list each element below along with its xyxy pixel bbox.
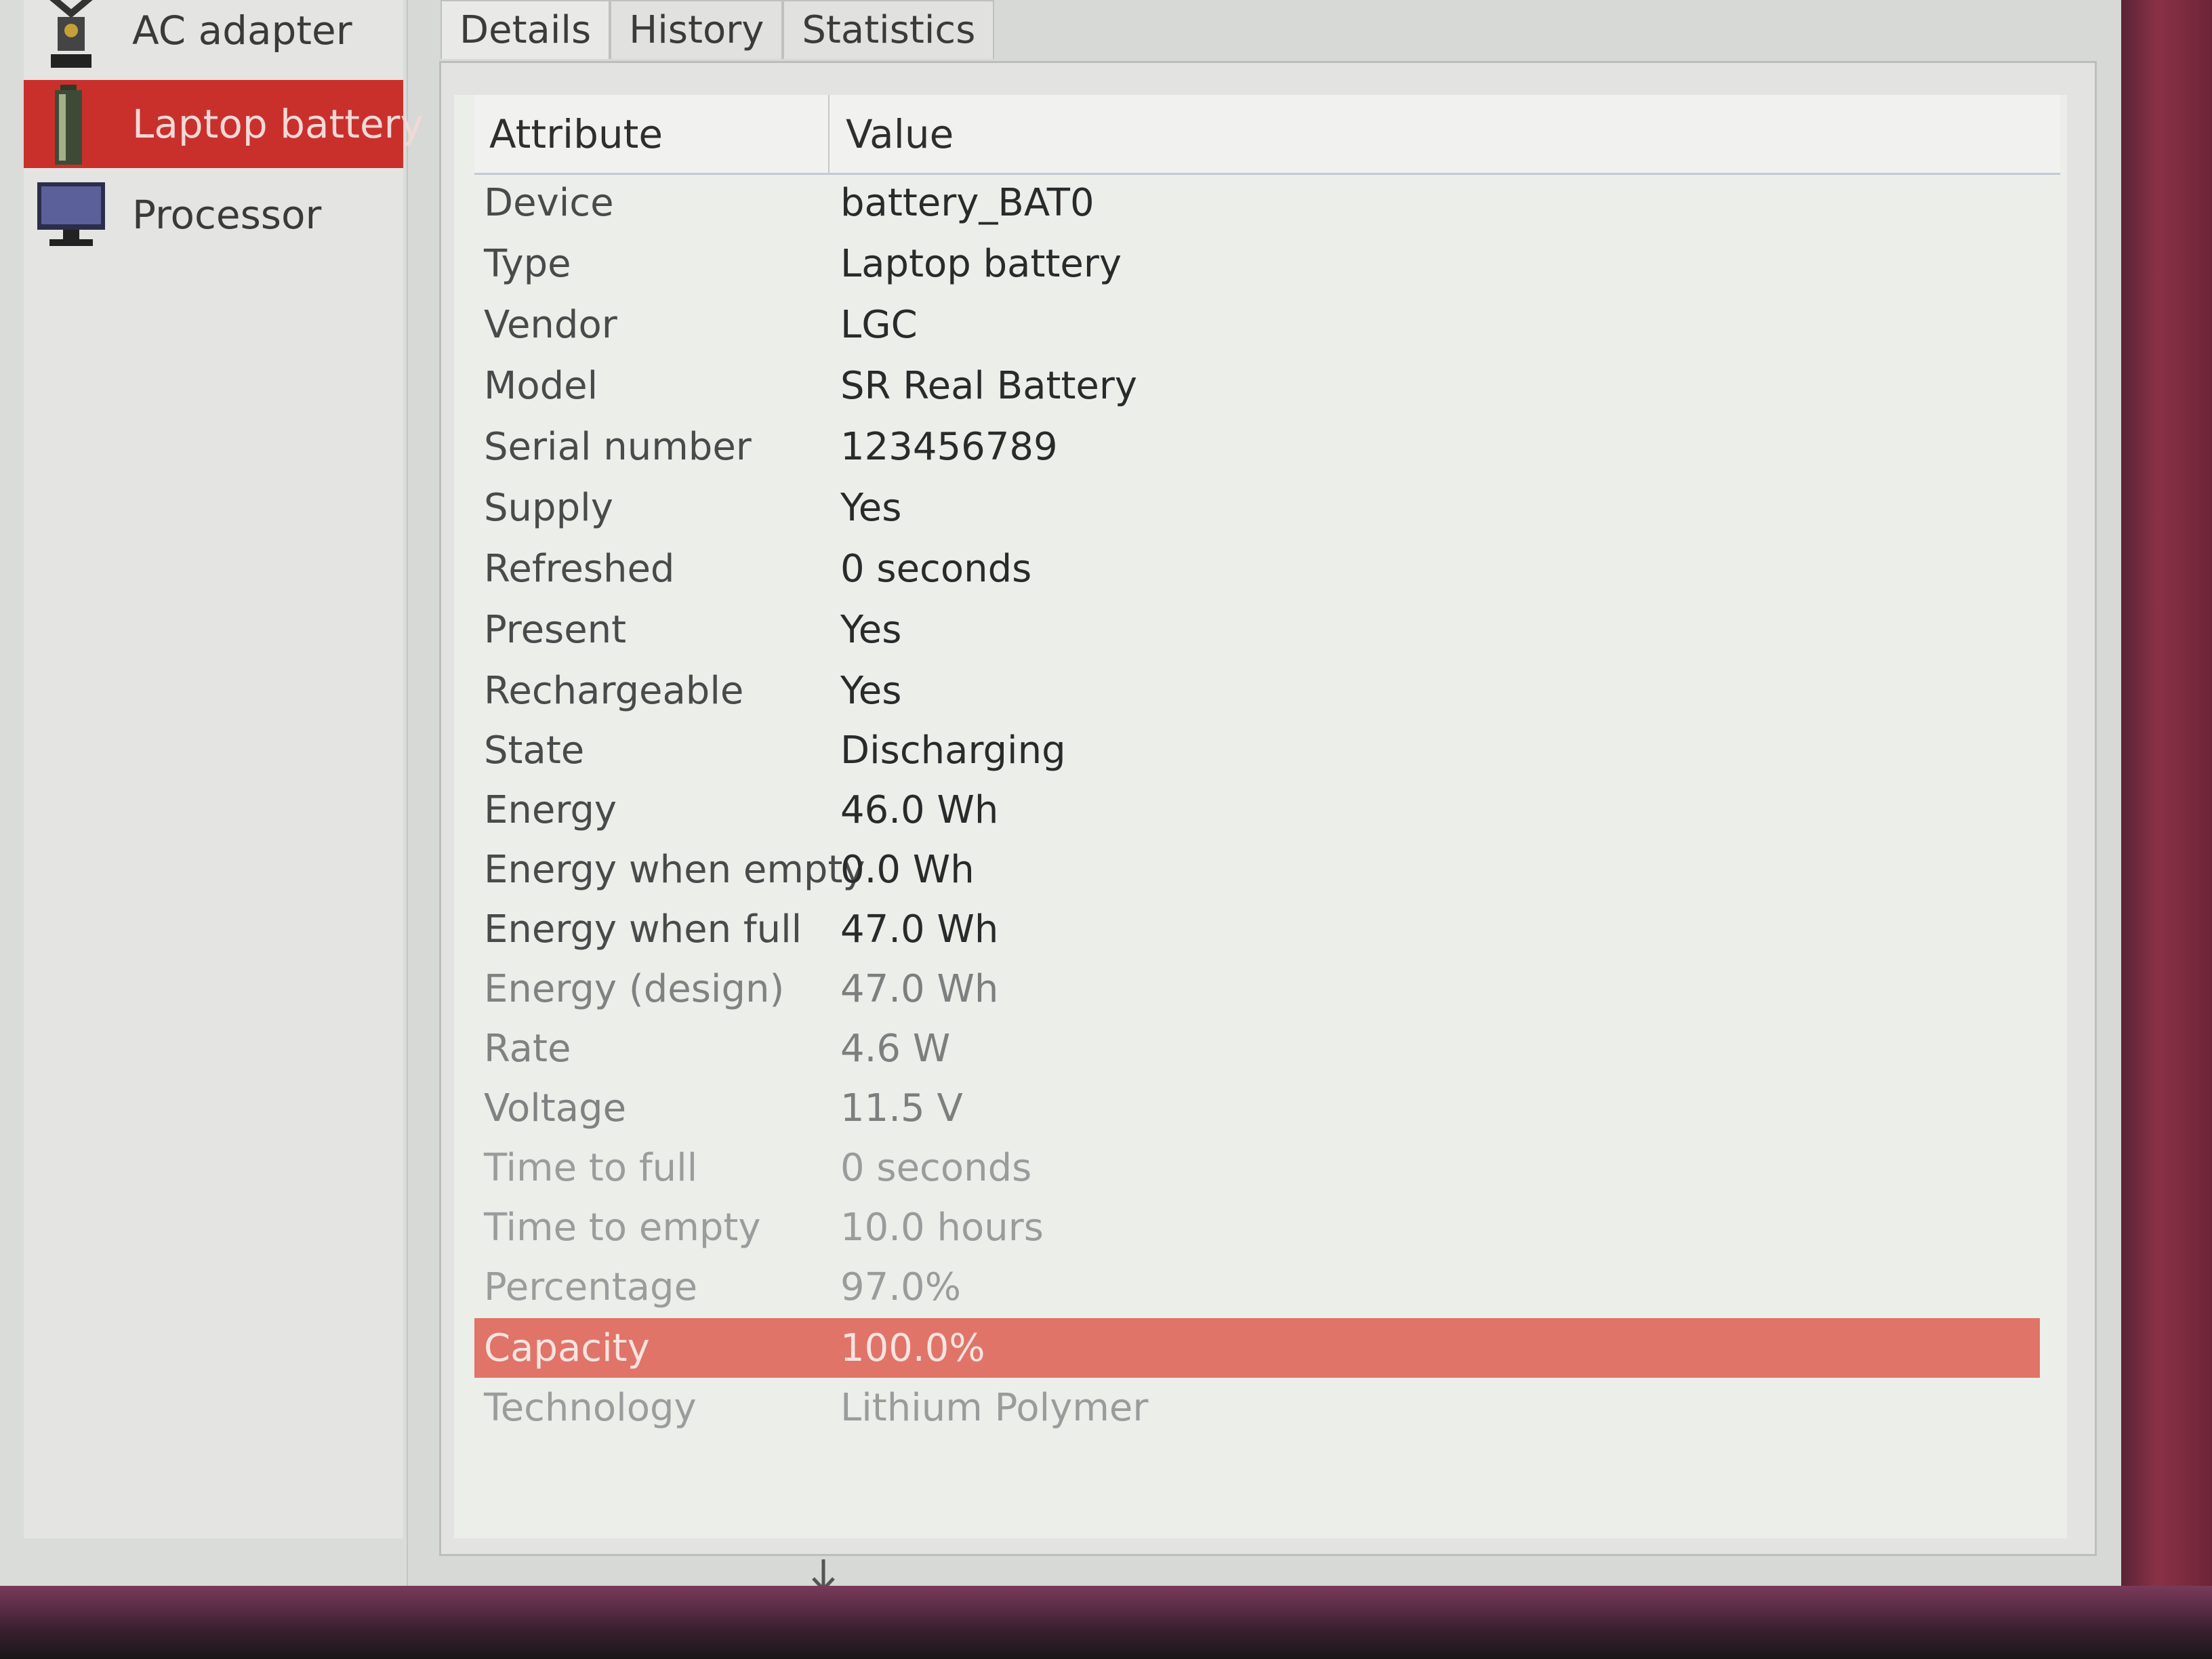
table-header: Attribute Value xyxy=(474,95,2060,175)
table-row[interactable]: Time to empty 10.0 hours xyxy=(474,1197,2040,1257)
table-row[interactable]: Voltage 11.5 V xyxy=(474,1078,2040,1138)
table-row[interactable]: Time to full 0 seconds xyxy=(474,1138,2040,1197)
column-header-attribute[interactable]: Attribute xyxy=(489,95,830,173)
attribute-cell: Vendor xyxy=(484,302,617,347)
tab-history[interactable]: History xyxy=(610,0,783,59)
tab-bar: Details History Statistics xyxy=(441,0,995,59)
value-cell: battery_BAT0 xyxy=(840,180,1094,225)
table-row[interactable]: Energy when full 47.0 Wh xyxy=(474,899,2040,959)
attribute-cell: State xyxy=(484,728,585,773)
sidebar-item-label: Laptop battery xyxy=(132,101,424,147)
table-row[interactable]: Device battery_BAT0 xyxy=(474,173,2040,232)
attribute-cell: Serial number xyxy=(484,424,752,469)
value-cell: 0 seconds xyxy=(840,1145,1032,1190)
attribute-cell: Rechargeable xyxy=(484,668,744,713)
attribute-cell: Percentage xyxy=(484,1265,698,1309)
attribute-cell: Time to full xyxy=(484,1145,698,1190)
attribute-cell: Supply xyxy=(484,485,613,530)
attribute-cell: Energy when empty xyxy=(484,847,865,892)
device-sidebar: AC adapter Laptop battery Processor xyxy=(0,0,424,1586)
attribute-cell: Energy (design) xyxy=(484,966,785,1011)
table-row[interactable]: Percentage 97.0% xyxy=(474,1257,2040,1317)
value-cell: 0.0 Wh xyxy=(840,847,975,892)
value-cell: 11.5 V xyxy=(840,1086,963,1130)
table-row[interactable]: Energy (design) 47.0 Wh xyxy=(474,959,2040,1019)
table-row[interactable]: State Discharging xyxy=(474,720,2040,780)
attribute-cell: Time to empty xyxy=(484,1205,761,1250)
table-row[interactable]: Rechargeable Yes xyxy=(474,661,2040,720)
tab-details[interactable]: Details xyxy=(441,0,611,59)
value-cell: Laptop battery xyxy=(840,241,1122,286)
table-row[interactable]: Technology Lithium Polymer xyxy=(474,1378,2040,1437)
value-cell: Yes xyxy=(840,607,902,652)
table-row[interactable]: Present Yes xyxy=(474,600,2040,659)
value-cell: 0 seconds xyxy=(840,546,1032,591)
value-cell: LGC xyxy=(840,302,918,347)
attribute-cell: Energy when full xyxy=(484,907,802,951)
value-cell: 4.6 W xyxy=(840,1026,951,1071)
table-row-selected[interactable]: Capacity 100.0% xyxy=(474,1318,2040,1378)
column-header-value[interactable]: Value xyxy=(846,95,954,173)
ac-adapter-icon xyxy=(30,0,112,71)
table-row[interactable]: Type Laptop battery xyxy=(474,234,2040,293)
value-cell: 100.0% xyxy=(840,1326,985,1370)
table-row[interactable]: Serial number 123456789 xyxy=(474,417,2040,476)
value-cell: 97.0% xyxy=(840,1265,961,1309)
value-cell: 123456789 xyxy=(840,424,1058,469)
value-cell: SR Real Battery xyxy=(840,363,1138,408)
desktop-background xyxy=(2121,0,2212,1659)
attribute-cell: Rate xyxy=(484,1026,571,1071)
attribute-cell: Device xyxy=(484,180,614,225)
value-cell: 47.0 Wh xyxy=(840,966,999,1011)
attribute-cell: Capacity xyxy=(484,1326,650,1370)
table-row[interactable]: Supply Yes xyxy=(474,478,2040,537)
value-cell: Yes xyxy=(840,485,902,530)
value-cell: 46.0 Wh xyxy=(840,787,999,832)
table-row[interactable]: Rate 4.6 W xyxy=(474,1019,2040,1078)
attribute-cell: Voltage xyxy=(484,1086,627,1130)
sidebar-item-processor[interactable]: Processor xyxy=(24,171,403,259)
tab-statistics[interactable]: Statistics xyxy=(783,0,995,59)
attribute-cell: Present xyxy=(484,607,627,652)
table-row[interactable]: Energy when empty 0.0 Wh xyxy=(474,840,2040,899)
sidebar-item-ac-adapter[interactable]: AC adapter xyxy=(24,0,403,75)
attribute-cell: Energy xyxy=(484,787,617,832)
processor-icon xyxy=(30,174,112,255)
value-cell: 10.0 hours xyxy=(840,1205,1044,1250)
value-cell: Discharging xyxy=(840,728,1066,773)
table-row[interactable]: Vendor LGC xyxy=(474,295,2040,354)
battery-icon xyxy=(30,83,112,165)
value-cell: Yes xyxy=(840,668,902,713)
window: AC adapter Laptop battery Processor Deta… xyxy=(0,0,2121,1597)
sidebar-item-label: AC adapter xyxy=(132,7,352,54)
value-cell: 47.0 Wh xyxy=(840,907,999,951)
attribute-cell: Technology xyxy=(484,1385,697,1430)
attribute-cell: Type xyxy=(484,241,571,286)
sidebar-item-laptop-battery[interactable]: Laptop battery xyxy=(24,80,424,168)
attribute-cell: Refreshed xyxy=(484,546,675,591)
table-row[interactable]: Refreshed 0 seconds xyxy=(474,539,2040,598)
sidebar-item-label: Processor xyxy=(132,192,322,238)
table-row[interactable]: Energy 46.0 Wh xyxy=(474,780,2040,840)
attribute-cell: Model xyxy=(484,363,598,408)
table-row[interactable]: Model SR Real Battery xyxy=(474,356,2040,415)
screen-bezel xyxy=(0,1586,2212,1659)
value-cell: Lithium Polymer xyxy=(840,1385,1149,1430)
